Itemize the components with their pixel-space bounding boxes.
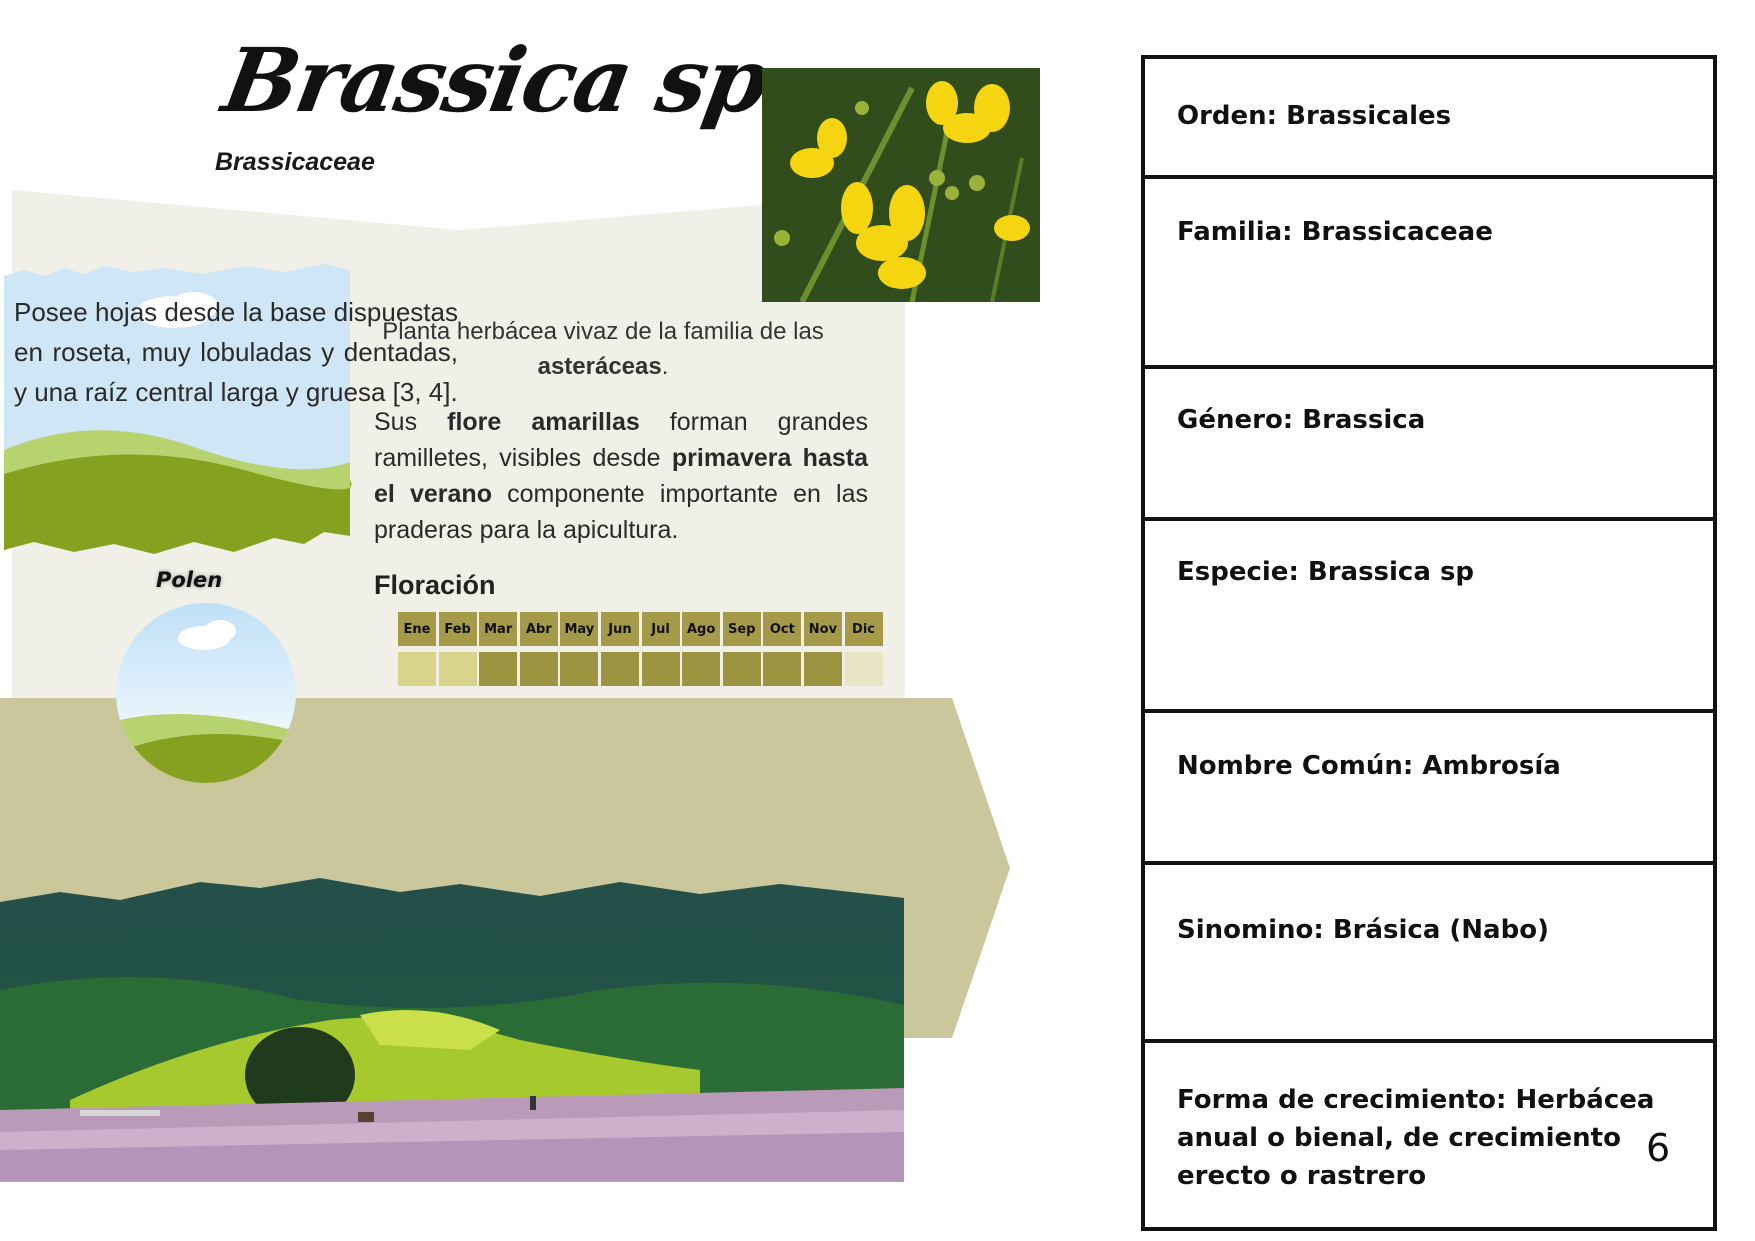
taxonomy-table: Orden: Brassicales Familia: Brassicaceae… [1141, 55, 1717, 1231]
pollen-circle-illustration [116, 603, 296, 783]
month-bloom-cell [682, 652, 721, 686]
month-bloom-cell [600, 652, 639, 686]
especie-label: Especie: Brassica sp [1177, 557, 1475, 587]
row-familia: Familia: Brassicaceae [1145, 175, 1713, 365]
row-especie: Especie: Brassica sp [1145, 517, 1713, 709]
month-header: Jul [641, 612, 680, 646]
month-bloom-cell [641, 652, 680, 686]
month-header: May [560, 612, 599, 646]
plant-intro: Planta herbácea vivaz de la familia de l… [378, 314, 828, 384]
page-number: 6 [1646, 1126, 1671, 1170]
sinonimo-label: Sinomino: Brásica (Nabo) [1177, 915, 1549, 945]
month-header: Sep [722, 612, 761, 646]
month-header: Nov [803, 612, 842, 646]
row-genero: Género: Brassica [1145, 365, 1713, 517]
flower-description: Sus flore amarillas forman grandes ramil… [374, 404, 868, 548]
month-header: Jun [600, 612, 639, 646]
month-header: Feb [438, 612, 477, 646]
row-forma-crecimiento: Forma de crecimiento: Herbácea anual o b… [1145, 1039, 1713, 1229]
month-header: Dic [844, 612, 883, 646]
flower-photo [762, 68, 1040, 302]
month-bloom-cell [438, 652, 477, 686]
month-bloom-cell [479, 652, 518, 686]
pollen-label: Polen [156, 568, 223, 592]
flower-text-1: Sus [374, 408, 448, 436]
month-header: Ene [398, 612, 436, 646]
month-header: Mar [479, 612, 518, 646]
intro-bold: asteráceas [537, 353, 662, 380]
nombre-comun-label: Nombre Común: Ambrosía [1177, 751, 1561, 781]
month-bloom-cell [844, 652, 883, 686]
species-title: Brassica sp. [215, 28, 804, 132]
month-header: Oct [763, 612, 802, 646]
flowering-label: Floración [374, 570, 496, 600]
month-header: Ago [682, 612, 721, 646]
familia-label: Familia: Brassicaceae [1177, 217, 1493, 247]
flowering-calendar: Ene Feb Mar Abr May Jun Jul Ago Sep Oct Nov Dic [398, 612, 883, 686]
month-header: Abr [519, 612, 558, 646]
forma-crecimiento-label: Forma de crecimiento: Herbácea anual o b… [1177, 1085, 1655, 1191]
month-bloom-cell [763, 652, 802, 686]
month-bloom-cell [722, 652, 761, 686]
flower-bold-1: flore amarillas [447, 408, 640, 436]
row-sinonimo: Sinomino: Brásica (Nabo) [1145, 861, 1713, 1039]
month-bloom-cell [803, 652, 842, 686]
family-subtitle: Brassicaceae [215, 148, 375, 176]
intro-end: . [661, 353, 669, 380]
landscape-photo [0, 870, 904, 1182]
row-nombre-comun: Nombre Común: Ambrosía [1145, 709, 1713, 861]
genero-label: Género: Brassica [1177, 405, 1426, 435]
orden-label: Orden: Brassicales [1177, 101, 1452, 131]
month-bloom-cell [560, 652, 599, 686]
month-bloom-cell [398, 652, 436, 686]
month-bloom-cell [519, 652, 558, 686]
intro-text: Planta herbácea vivaz de la familia de l… [382, 318, 824, 345]
row-orden: Orden: Brassicales [1145, 59, 1713, 175]
